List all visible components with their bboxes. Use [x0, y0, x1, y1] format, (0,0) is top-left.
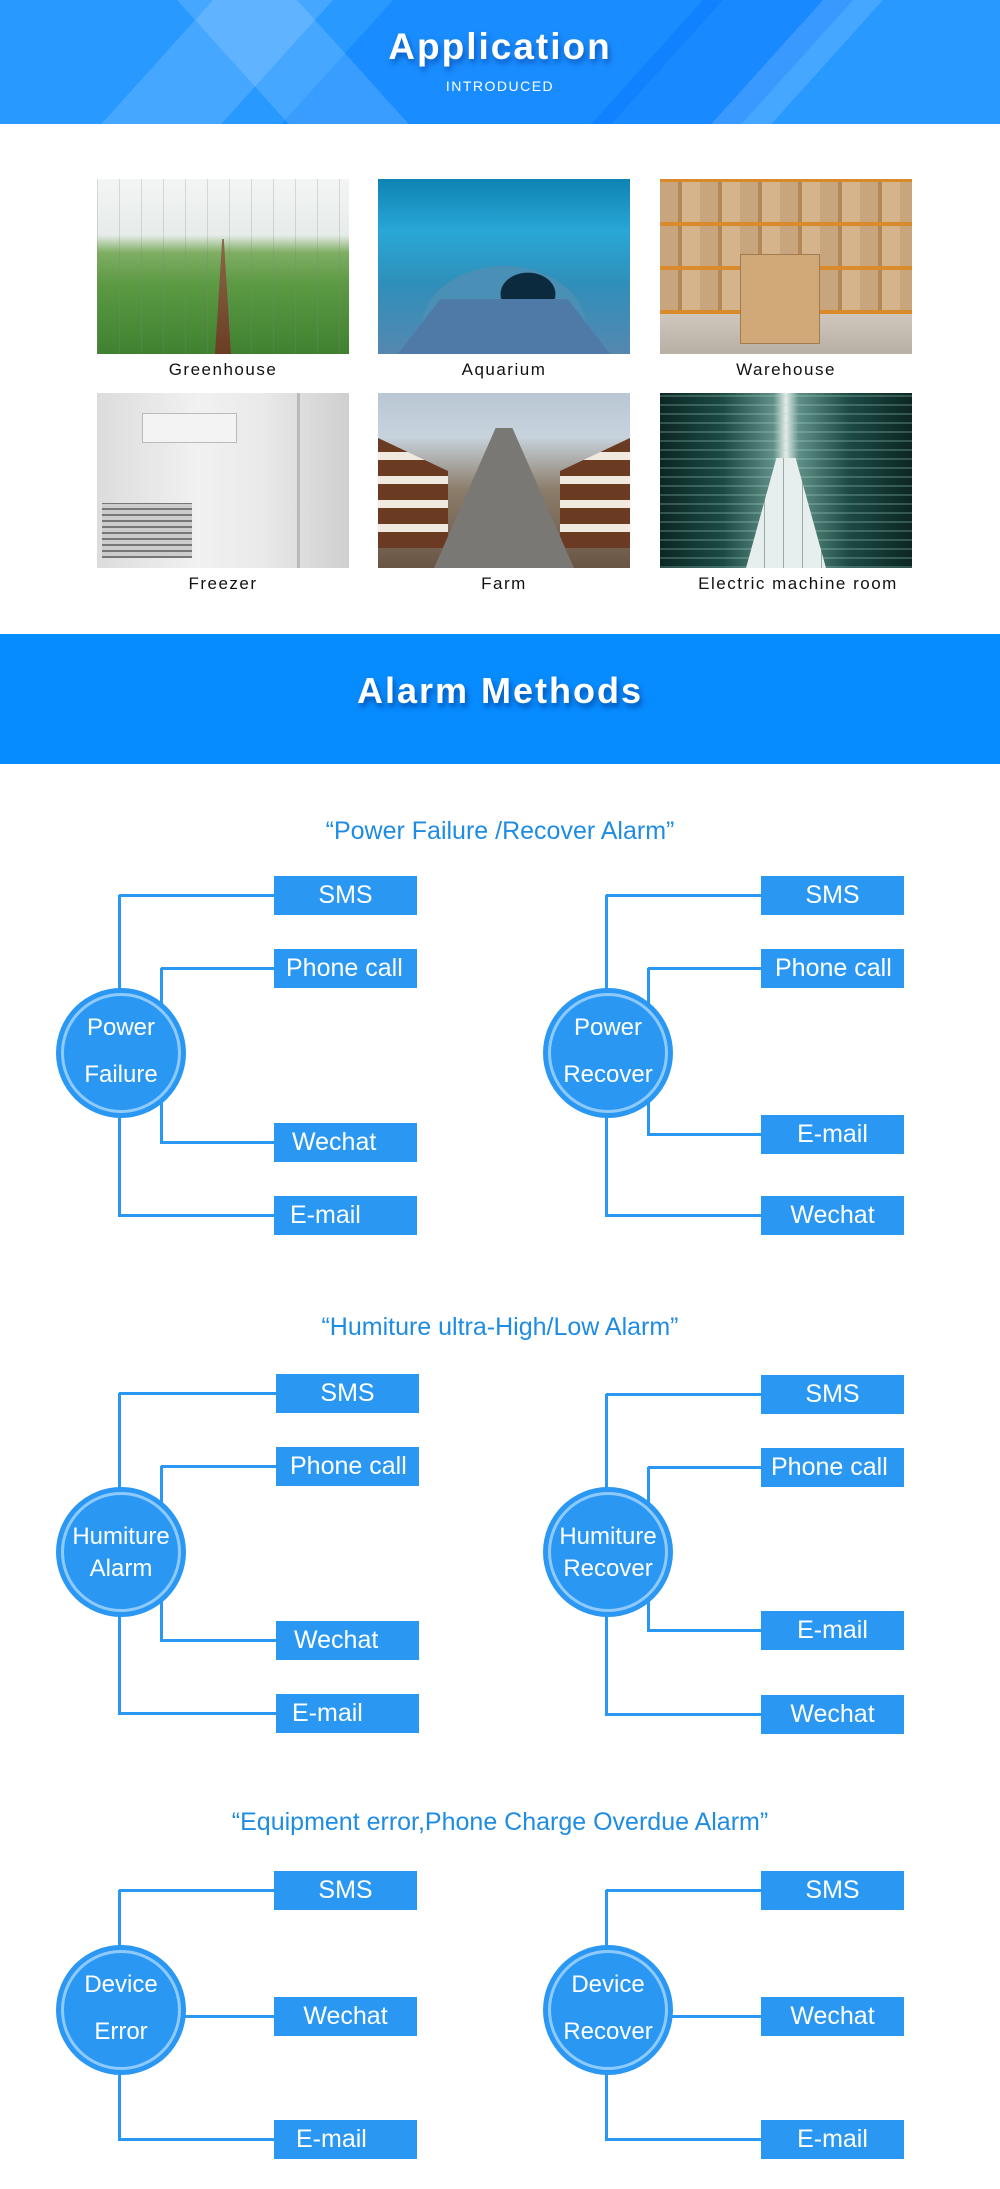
- method-box-e-mail: E-mail: [761, 2120, 904, 2159]
- method-box-wechat: Wechat: [761, 1695, 904, 1734]
- method-box-e-mail: E-mail: [274, 2120, 417, 2159]
- connector-line: [159, 1600, 163, 1642]
- connector-line: [604, 1113, 608, 1217]
- node-label: Humiture: [559, 1523, 657, 1550]
- connector-line: [119, 1391, 276, 1395]
- connector-line: [606, 1213, 761, 1217]
- node-label: Alarm: [89, 1555, 153, 1582]
- method-box-wechat: Wechat: [276, 1621, 419, 1660]
- method-box-wechat: Wechat: [274, 1997, 417, 2036]
- connector-line: [117, 895, 121, 995]
- node-label: Recover: [563, 1555, 653, 1582]
- connector-line: [606, 2137, 761, 2141]
- method-box-e-mail: E-mail: [276, 1694, 419, 1733]
- alarm-node-device-error: Device Error: [56, 1945, 186, 2075]
- connector-line: [604, 895, 608, 995]
- node-ring: [61, 993, 181, 1113]
- method-box-e-mail: E-mail: [761, 1115, 904, 1154]
- method-box-phone-call: Phone call: [761, 1448, 904, 1487]
- method-box-sms: SMS: [761, 1375, 904, 1414]
- connector-line: [604, 1394, 608, 1494]
- connector-line: [119, 1711, 276, 1715]
- connector-line: [119, 1213, 274, 1217]
- alarm-node-humiture-recover: Humiture Recover: [543, 1487, 673, 1617]
- connector-line: [606, 1712, 761, 1716]
- node-ring: [61, 1950, 181, 2070]
- node-label: Device: [571, 1971, 645, 1998]
- connector-line: [161, 1464, 276, 1468]
- connector-line: [604, 1890, 608, 1952]
- alarm-diagrams: Power Failure SMS Phone call Wechat E-mail Pow…: [0, 0, 1000, 2189]
- alarm-node-power-failure: Power Failure: [56, 988, 186, 1118]
- connector-line: [646, 1600, 650, 1632]
- connector-line: [117, 2070, 121, 2141]
- connector-line: [117, 1890, 121, 1952]
- connector-line: [161, 966, 274, 970]
- connector-line: [119, 2137, 274, 2141]
- method-box-sms: SMS: [276, 1374, 419, 1413]
- connector-line: [184, 2014, 274, 2018]
- method-box-wechat: Wechat: [761, 1997, 904, 2036]
- node-label: Failure: [84, 1061, 158, 1088]
- connector-line: [648, 1628, 761, 1632]
- method-box-sms: SMS: [274, 1871, 417, 1910]
- method-box-phone-call: Phone call: [276, 1447, 419, 1486]
- method-box-wechat: Wechat: [761, 1196, 904, 1235]
- method-box-sms: SMS: [761, 1871, 904, 1910]
- alarm-node-power-recover: Power Recover: [543, 988, 673, 1118]
- connector-line: [117, 1393, 121, 1494]
- connector-line: [606, 1888, 761, 1892]
- connector-line: [161, 1140, 274, 1144]
- method-box-wechat: Wechat: [274, 1123, 417, 1162]
- connector-line: [646, 1101, 650, 1136]
- method-box-sms: SMS: [274, 876, 417, 915]
- node-label: Recover: [563, 1061, 653, 1088]
- node-label: Power: [86, 1014, 156, 1041]
- connector-line: [606, 1392, 761, 1396]
- connector-line: [117, 1113, 121, 1217]
- connector-line: [606, 893, 761, 897]
- connector-line: [604, 2070, 608, 2141]
- method-box-sms: SMS: [761, 876, 904, 915]
- node-ring: [548, 993, 668, 1113]
- connector-line: [671, 2014, 761, 2018]
- node-label: Error: [94, 2018, 148, 2045]
- node-ring: [548, 1950, 668, 2070]
- connector-line: [161, 1638, 276, 1642]
- node-label: Humiture: [72, 1523, 170, 1550]
- connector-line: [648, 1132, 761, 1136]
- connector-line: [648, 966, 761, 970]
- connector-line: [648, 1465, 761, 1469]
- connector-line: [119, 1888, 274, 1892]
- node-ring: [61, 1492, 181, 1612]
- connector-line: [117, 1612, 121, 1715]
- method-box-phone-call: Phone call: [761, 949, 904, 988]
- node-ring: [548, 1492, 668, 1612]
- node-label: Recover: [563, 2018, 653, 2045]
- method-box-e-mail: E-mail: [274, 1196, 417, 1235]
- connector-line: [119, 893, 274, 897]
- alarm-node-device-recover: Device Recover: [543, 1945, 673, 2075]
- alarm-node-humiture-alarm: Humiture Alarm: [56, 1487, 186, 1617]
- method-box-phone-call: Phone call: [274, 949, 417, 988]
- method-box-e-mail: E-mail: [761, 1611, 904, 1650]
- node-label: Power: [573, 1014, 643, 1041]
- connector-line: [604, 1612, 608, 1716]
- connector-line: [159, 1101, 163, 1144]
- node-label: Device: [84, 1971, 158, 1998]
